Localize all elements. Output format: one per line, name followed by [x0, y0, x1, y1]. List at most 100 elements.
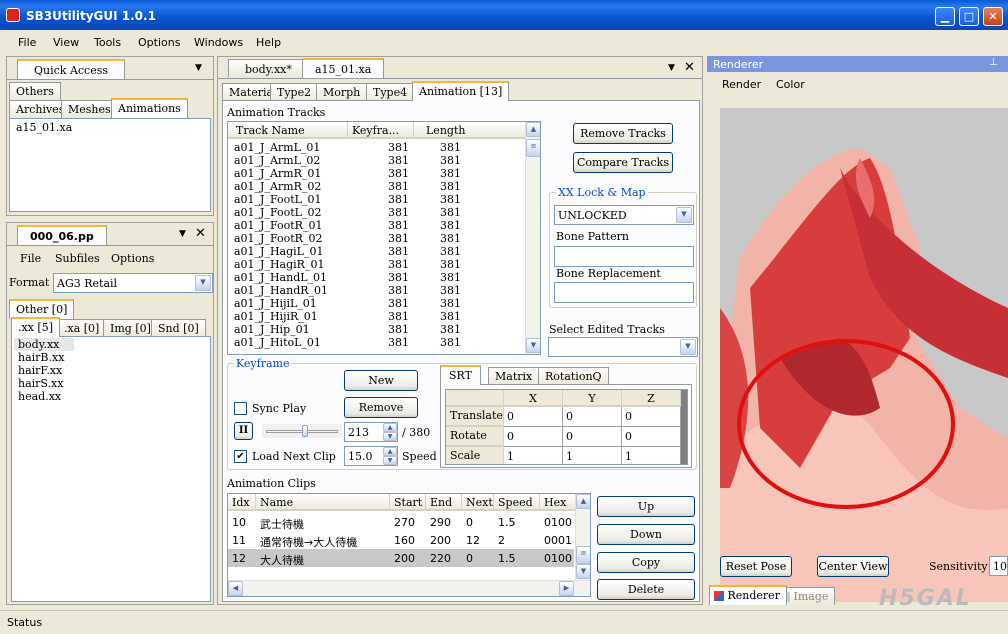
track-name-cell[interactable]: a01_J_HagiL_01: [234, 245, 323, 258]
list-item[interactable]: head.xx: [18, 390, 61, 403]
select-edited-dropdown[interactable]: ▼: [548, 337, 698, 357]
tracks-scrollbar[interactable]: ▲ ≡ ▼: [525, 122, 540, 354]
3d-viewport[interactable]: [720, 108, 1008, 602]
lock-select[interactable]: UNLOCKED ▼: [554, 205, 694, 225]
track-name-cell[interactable]: a01_J_ArmL_02: [234, 154, 320, 167]
track-name-cell[interactable]: a01_J_HandL_01: [234, 271, 327, 284]
renderer-menu-render[interactable]: Render: [722, 78, 761, 91]
tab-morph[interactable]: Morph: [316, 83, 368, 101]
scroll-down-icon[interactable]: ▼: [576, 564, 590, 579]
maximize-button[interactable]: □: [959, 7, 979, 26]
pin-icon[interactable]: ⊥: [989, 57, 998, 68]
spin-up-icon[interactable]: ▲: [383, 447, 397, 456]
doc-tab-a15[interactable]: a15_01.xa: [302, 58, 385, 78]
chevron-down-icon[interactable]: ▼: [680, 339, 696, 355]
frame-input[interactable]: 213 ▲ ▼: [344, 422, 398, 442]
spin-down-icon[interactable]: ▼: [383, 456, 397, 465]
quick-access-tab[interactable]: Quick Access: [17, 59, 126, 79]
col-idx[interactable]: Idx: [228, 494, 256, 511]
dropdown-arrow-icon[interactable]: ▼: [179, 229, 186, 239]
clip-delete-button[interactable]: Delete: [597, 579, 695, 600]
track-name-cell[interactable]: a01_J_HijiL_01: [234, 297, 317, 310]
srt-cell[interactable]: 0: [622, 427, 681, 447]
scroll-thumb[interactable]: ≡: [576, 546, 590, 564]
pp-menu-file[interactable]: File: [20, 252, 41, 265]
col-end[interactable]: End: [426, 494, 462, 511]
sensitivity-input[interactable]: 10: [989, 556, 1008, 576]
bone-replacement-input[interactable]: [554, 282, 694, 303]
track-name-cell[interactable]: a01_J_FootR_02: [234, 232, 322, 245]
close-icon[interactable]: ✕: [195, 226, 206, 241]
track-name-cell[interactable]: a01_J_Hip_01: [234, 323, 310, 336]
col-track-name[interactable]: Track Name: [228, 122, 348, 139]
menu-options[interactable]: Options: [138, 36, 180, 49]
remove-tracks-button[interactable]: Remove Tracks: [573, 123, 673, 144]
list-item[interactable]: hairF.xx: [18, 364, 62, 377]
bone-pattern-input[interactable]: [554, 246, 694, 267]
track-name-cell[interactable]: a01_J_ArmR_01: [234, 167, 321, 180]
col-hex[interactable]: Hex: [540, 494, 576, 511]
clips-hscrollbar[interactable]: ◀ ▶: [228, 580, 590, 596]
track-name-cell[interactable]: a01_J_HandR_01: [234, 284, 328, 297]
scroll-left-icon[interactable]: ◀: [228, 581, 243, 596]
col-name[interactable]: Name: [256, 494, 390, 511]
tab-xa[interactable]: .xa [0]: [57, 319, 107, 337]
clip-up-button[interactable]: Up: [597, 496, 695, 517]
frame-slider[interactable]: [262, 424, 342, 438]
speed-input[interactable]: 15.0 ▲ ▼: [344, 446, 398, 466]
pp-menu-subfiles[interactable]: Subfiles: [55, 252, 100, 265]
list-item[interactable]: a15_01.xa: [16, 121, 72, 134]
renderer-menu-color[interactable]: Color: [776, 78, 805, 91]
tab-meshes[interactable]: Meshes: [61, 100, 118, 118]
track-name-cell[interactable]: a01_J_ArmL_01: [234, 141, 320, 154]
tab-snd[interactable]: Snd [0]: [151, 319, 206, 337]
scroll-right-icon[interactable]: ▶: [559, 581, 574, 596]
remove-keyframe-button[interactable]: Remove: [344, 397, 418, 418]
reset-pose-button[interactable]: Reset Pose: [720, 556, 792, 577]
list-item[interactable]: body.xx: [14, 338, 74, 351]
format-select[interactable]: AG3 Retail ▼: [53, 273, 213, 293]
sync-play-checkbox[interactable]: [234, 402, 247, 415]
close-button[interactable]: ✕: [983, 7, 1003, 26]
srt-cell[interactable]: 0: [563, 407, 622, 427]
menu-tools[interactable]: Tools: [94, 36, 121, 49]
chevron-down-icon[interactable]: ▼: [676, 207, 692, 223]
scroll-up-icon[interactable]: ▲: [576, 494, 590, 509]
minimize-button[interactable]: ▁: [935, 7, 955, 26]
srt-cell[interactable]: 1: [622, 447, 681, 464]
srt-cell[interactable]: 1: [504, 447, 563, 464]
tab-matrix[interactable]: Matrix: [488, 367, 540, 385]
spin-down-icon[interactable]: ▼: [383, 432, 397, 441]
track-name-cell[interactable]: a01_J_FootR_01: [234, 219, 322, 232]
scroll-thumb[interactable]: ≡: [526, 139, 540, 157]
track-name-cell[interactable]: a01_J_ArmR_02: [234, 180, 321, 193]
col-length[interactable]: Length: [414, 122, 528, 139]
srt-cell[interactable]: 1: [563, 447, 622, 464]
tab-rotationq[interactable]: RotationQ: [538, 367, 609, 385]
center-view-button[interactable]: Center View: [817, 556, 889, 577]
tab-other[interactable]: Other [0]: [9, 299, 75, 319]
track-name-cell[interactable]: a01_J_HijiR_01: [234, 310, 318, 323]
col-next[interactable]: Next: [462, 494, 494, 511]
spin-up-icon[interactable]: ▲: [383, 423, 397, 432]
list-item[interactable]: hairB.xx: [18, 351, 64, 364]
close-icon[interactable]: ✕: [684, 60, 695, 75]
tab-type4[interactable]: Type4: [366, 83, 415, 101]
clip-copy-button[interactable]: Copy: [597, 552, 695, 573]
load-next-checkbox[interactable]: ✔: [234, 450, 247, 463]
srt-cell[interactable]: 0: [622, 407, 681, 427]
slider-thumb[interactable]: [302, 425, 308, 437]
col-speed[interactable]: Speed: [494, 494, 540, 511]
menu-file[interactable]: File: [18, 36, 36, 49]
tab-animation[interactable]: Animation [13]: [412, 81, 510, 101]
doc-tab-body[interactable]: body.xx*: [228, 59, 309, 77]
srt-cell[interactable]: 0: [504, 407, 563, 427]
col-keyframes[interactable]: Keyfra...: [348, 122, 414, 139]
tab-type2[interactable]: Type2: [270, 83, 319, 101]
new-keyframe-button[interactable]: New: [344, 370, 418, 391]
menu-help[interactable]: Help: [256, 36, 281, 49]
tab-renderer[interactable]: Renderer: [709, 585, 787, 605]
pp-menu-options[interactable]: Options: [111, 252, 154, 265]
srt-cell[interactable]: 0: [504, 427, 563, 447]
compare-tracks-button[interactable]: Compare Tracks: [573, 152, 673, 173]
